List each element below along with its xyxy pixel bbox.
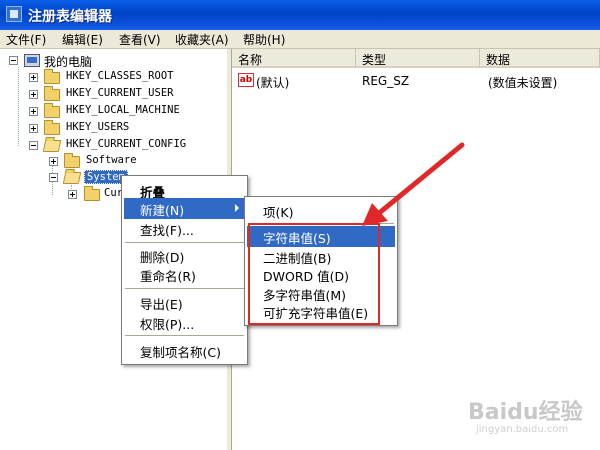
watermark-url: jingyan.baidu.com — [476, 424, 569, 435]
annotation-arrow — [362, 142, 465, 226]
watermark-logo: Baidu经验 — [468, 400, 583, 425]
arrow-shaft — [375, 142, 465, 217]
